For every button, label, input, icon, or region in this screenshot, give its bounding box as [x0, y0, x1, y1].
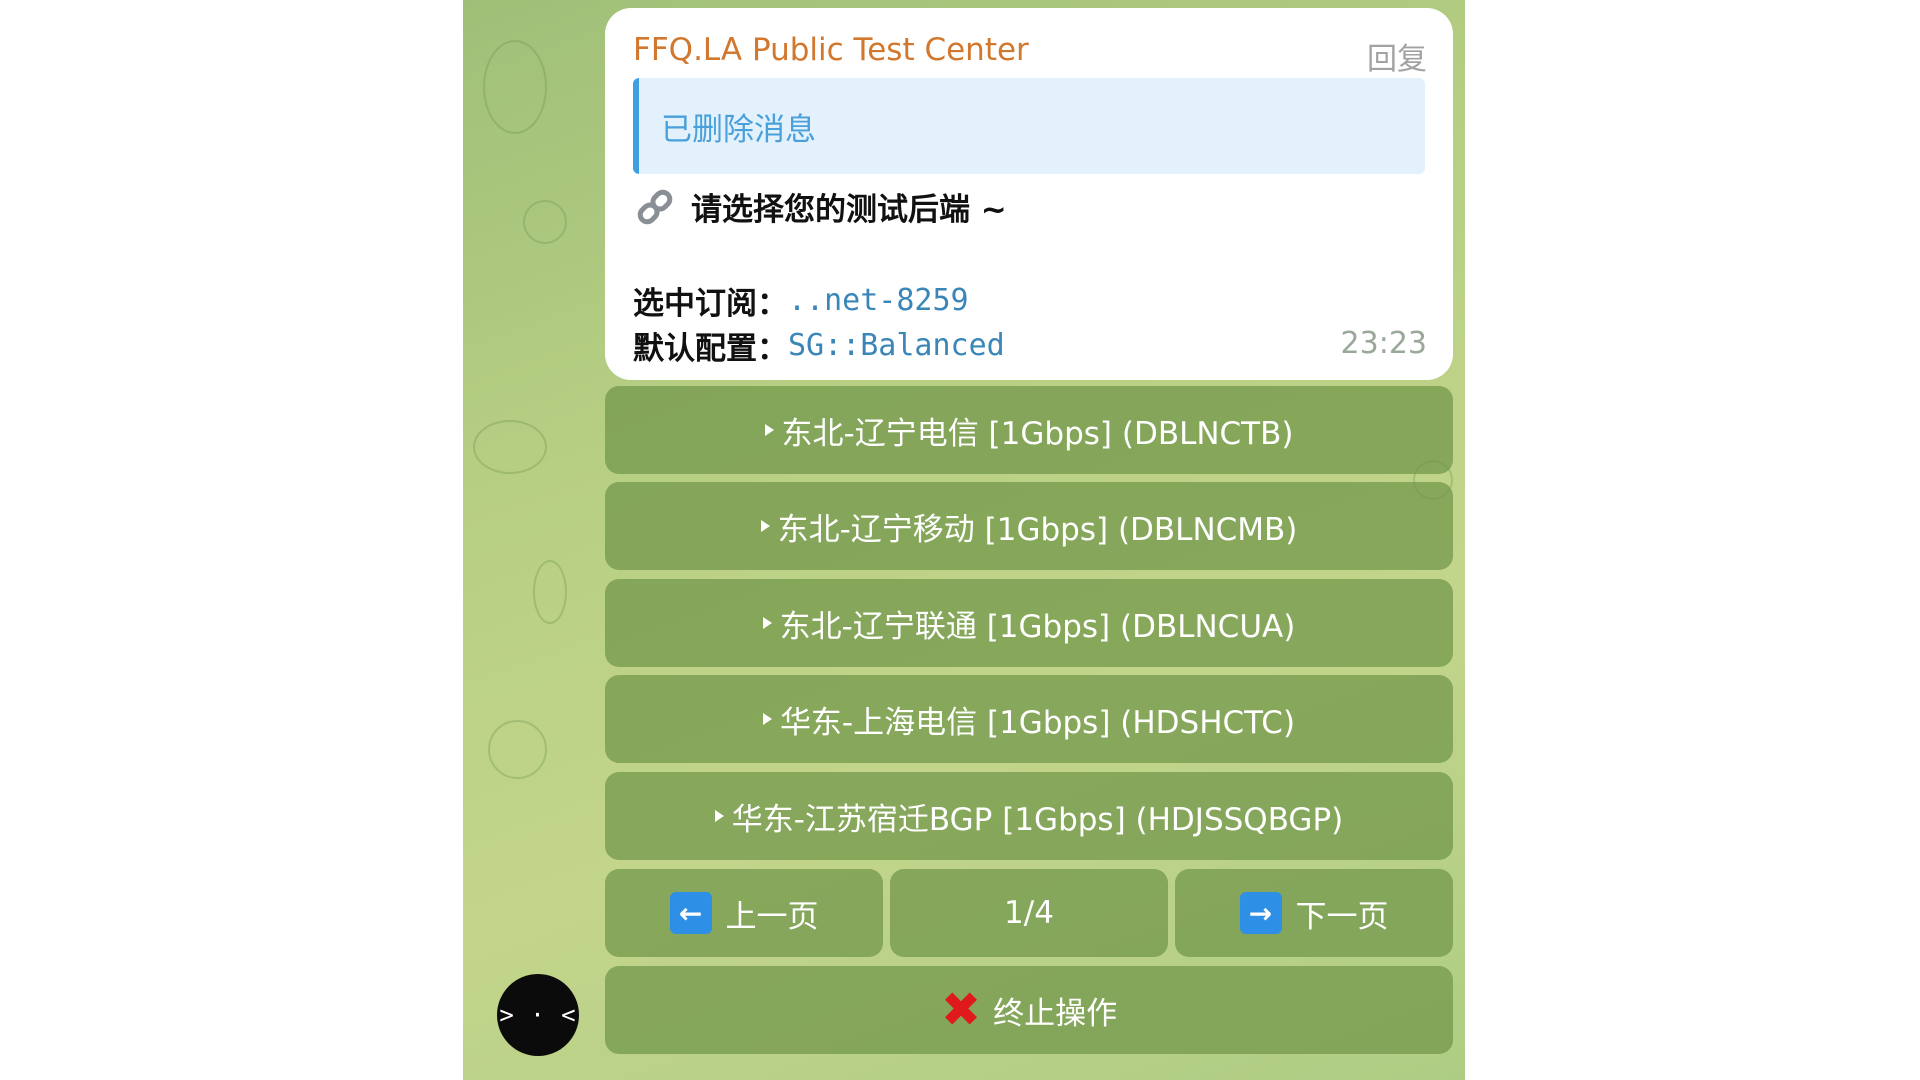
avatar-face: > · <	[499, 1001, 577, 1029]
next-page-label: 下一页	[1295, 898, 1389, 935]
page-indicator: 1/4	[1004, 895, 1054, 931]
config-row: 默认配置： SG::Balanced	[633, 323, 1005, 368]
play-triangle-icon	[764, 424, 774, 436]
prompt-line: 请选择您的测试后端 ~	[633, 184, 1007, 229]
play-triangle-icon	[760, 520, 770, 532]
quoted-message[interactable]: 已删除消息	[633, 78, 1425, 174]
next-page-button[interactable]: → 下一页	[1175, 869, 1453, 957]
backend-button-dblncua[interactable]: 东北-辽宁联通 [1Gbps] (DBLNCUA)	[605, 579, 1453, 667]
play-triangle-icon	[762, 713, 772, 725]
link-icon	[633, 185, 677, 229]
subscription-label: 选中订阅：	[633, 286, 788, 322]
backend-button-label: 东北-辽宁移动 [1Gbps] (DBLNCMB)	[777, 511, 1298, 548]
prev-page-label: 上一页	[725, 898, 819, 935]
page-indicator-button[interactable]: 1/4	[890, 869, 1168, 957]
prompt-text: 请选择您的测试后端 ~	[691, 192, 1007, 228]
right-arrow-icon: →	[1239, 892, 1282, 934]
abort-button[interactable]: ✖ 终止操作	[605, 966, 1453, 1054]
reply-button[interactable]: 回复	[1367, 34, 1427, 78]
wallpaper-doodle	[523, 200, 567, 244]
sender-name[interactable]: FFQ.LA Public Test Center	[633, 32, 1029, 68]
backend-button-hdshctc[interactable]: 华东-上海电信 [1Gbps] (HDSHCTC)	[605, 675, 1453, 763]
chat-panel: > · < FFQ.LA Public Test Center 回复 已删除消息…	[463, 0, 1465, 1080]
backend-button-label: 东北-辽宁电信 [1Gbps] (DBLNCTB)	[781, 415, 1294, 452]
backend-button-label: 东北-辽宁联通 [1Gbps] (DBLNCUA)	[779, 608, 1296, 645]
backend-button-hdjssqbgp[interactable]: 华东-江苏宿迁BGP [1Gbps] (HDJSSQBGP)	[605, 772, 1453, 860]
abort-label: 终止操作	[993, 995, 1118, 1032]
backend-button-dblnctb[interactable]: 东北-辽宁电信 [1Gbps] (DBLNCTB)	[605, 386, 1453, 474]
quoted-text: 已删除消息	[661, 111, 816, 148]
bot-avatar[interactable]: > · <	[497, 974, 579, 1056]
wallpaper-doodle	[483, 40, 547, 134]
wallpaper-doodle	[488, 720, 547, 779]
backend-button-dblncmb[interactable]: 东北-辽宁移动 [1Gbps] (DBLNCMB)	[605, 482, 1453, 570]
backend-button-label: 华东-上海电信 [1Gbps] (HDSHCTC)	[779, 704, 1296, 741]
wallpaper-doodle	[533, 560, 567, 624]
subscription-value: ..net-8259	[788, 283, 969, 318]
config-value: SG::Balanced	[788, 328, 1005, 363]
cross-mark-icon: ✖	[940, 982, 982, 1038]
message-time: 23:23	[1340, 326, 1427, 361]
config-label: 默认配置：	[633, 331, 788, 367]
left-arrow-icon: ←	[669, 892, 712, 934]
wallpaper-doodle	[473, 420, 547, 474]
backend-button-label: 华东-江苏宿迁BGP [1Gbps] (HDJSSQBGP)	[731, 801, 1344, 838]
play-triangle-icon	[762, 617, 772, 629]
subscription-row: 选中订阅： ..net-8259	[633, 278, 969, 323]
message-bubble: FFQ.LA Public Test Center 回复 已删除消息 请选择您的…	[605, 8, 1453, 380]
prev-page-button[interactable]: ← 上一页	[605, 869, 883, 957]
play-triangle-icon	[714, 810, 724, 822]
